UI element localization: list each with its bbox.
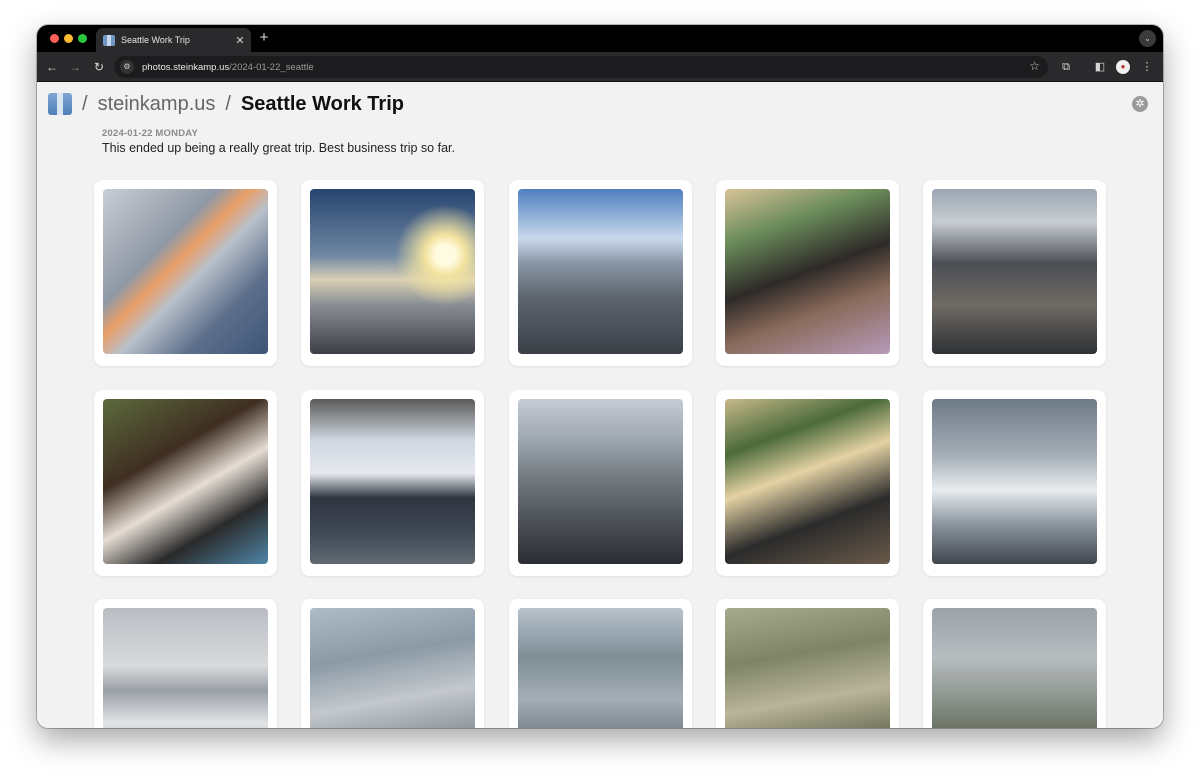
photo-card[interactable] <box>508 599 692 728</box>
photo-thumbnail-aerial-green-hills[interactable] <box>724 608 890 728</box>
photo-card[interactable] <box>94 389 277 576</box>
photo-thumbnail-downtown-towers-view[interactable] <box>932 189 1098 354</box>
browser-menu-icon[interactable]: ⋮ <box>1139 59 1155 75</box>
photo-card[interactable] <box>508 389 692 576</box>
breadcrumb-separator: / <box>225 92 231 115</box>
close-tab-icon[interactable]: ✕ <box>232 34 248 47</box>
back-arrow-icon[interactable]: ← <box>44 59 60 75</box>
favicon-icon <box>103 34 115 46</box>
photo-thumbnail-two-people-on-couch[interactable] <box>724 189 890 354</box>
settings-gear-icon[interactable]: ✲ <box>1132 96 1148 112</box>
breadcrumb-site-link[interactable]: steinkamp.us <box>98 93 216 116</box>
photo-card[interactable] <box>508 180 692 366</box>
album-description: This ended up being a really great trip.… <box>102 141 455 155</box>
photo-card[interactable] <box>94 180 277 366</box>
photo-card[interactable] <box>715 180 899 366</box>
breadcrumb-separator: / <box>82 92 88 115</box>
photo-thumbnail-aerial-coastal-city[interactable] <box>310 608 476 728</box>
photo-thumbnail-aerial-bay-and-bridges[interactable] <box>517 608 683 728</box>
photo-card[interactable] <box>301 180 485 366</box>
address-bar[interactable]: ⚙ photos.steinkamp.us/2024-01-22_seattle… <box>114 56 1048 78</box>
photo-card[interactable] <box>923 389 1107 576</box>
photo-thumbnail-wing-above-clouds[interactable] <box>932 398 1098 564</box>
minimize-window-button[interactable] <box>64 34 73 43</box>
photo-card[interactable] <box>715 389 899 576</box>
photo-thumbnail-aerial-downtown-seattle[interactable] <box>517 398 683 564</box>
photo-thumbnail-airplane-wing-over-snowy-mountains[interactable] <box>103 189 268 354</box>
page-title: Seattle Work Trip <box>240 92 404 115</box>
reload-icon[interactable]: ↻ <box>91 59 107 75</box>
photo-card[interactable] <box>94 599 277 728</box>
url-text[interactable]: photos.steinkamp.us/2024-01-22_seattle <box>142 62 314 73</box>
photo-thumbnail-aerial-hilltop-observatory[interactable] <box>932 608 1098 728</box>
page-content: / steinkamp.us / Seattle Work Trip ✲ 202… <box>37 82 1163 728</box>
browser-window: Seattle Work Trip ✕ + ⌄ ← → ↻ ⚙ photos.s… <box>37 25 1163 728</box>
tab-seattle-work-trip[interactable]: Seattle Work Trip ✕ <box>96 28 251 52</box>
photo-card[interactable] <box>923 180 1107 366</box>
close-window-button[interactable] <box>50 34 59 43</box>
breadcrumb: / steinkamp.us / Seattle Work Trip <box>48 90 404 118</box>
browser-toolbar: ← → ↻ ⚙ photos.steinkamp.us/2024-01-22_s… <box>37 52 1163 82</box>
photo-thumbnail-airplane-wing-at-sunset[interactable] <box>310 189 476 354</box>
photo-card[interactable] <box>923 599 1107 728</box>
url-path: /2024-01-22_seattle <box>229 61 314 73</box>
photo-thumbnail-group-in-restaurant[interactable] <box>724 398 890 564</box>
photo-card[interactable] <box>301 389 485 576</box>
new-tab-button[interactable]: + <box>257 29 271 46</box>
photo-thumbnail-lenticular-clouds[interactable] <box>103 608 268 728</box>
tab-bar: Seattle Work Trip ✕ + ⌄ <box>37 25 1163 52</box>
site-logo-icon[interactable] <box>48 93 72 115</box>
photo-card[interactable] <box>301 599 485 728</box>
photo-card[interactable] <box>715 599 899 728</box>
bookmark-star-icon[interactable]: ☆ <box>1029 59 1040 73</box>
photo-thumbnail-group-at-observation-window[interactable] <box>310 398 476 564</box>
tab-search-chevron-icon[interactable]: ⌄ <box>1139 30 1156 47</box>
photo-thumbnail-three-people-at-dinner[interactable] <box>103 398 268 564</box>
forward-arrow-icon[interactable]: → <box>67 59 83 75</box>
extensions-puzzle-icon[interactable]: ⧉ <box>1058 59 1074 75</box>
photo-thumbnail-seattle-skyline-from-above[interactable] <box>517 189 683 354</box>
url-host: photos.steinkamp.us <box>142 61 230 73</box>
side-panel-icon[interactable]: ◧ <box>1092 59 1108 75</box>
profile-avatar-icon[interactable]: ● <box>1116 60 1130 74</box>
maximize-window-button[interactable] <box>78 34 87 43</box>
tab-title: Seattle Work Trip <box>121 35 190 45</box>
album-date: 2024-01-22 MONDAY <box>102 128 198 139</box>
site-info-icon[interactable]: ⚙ <box>120 60 134 74</box>
